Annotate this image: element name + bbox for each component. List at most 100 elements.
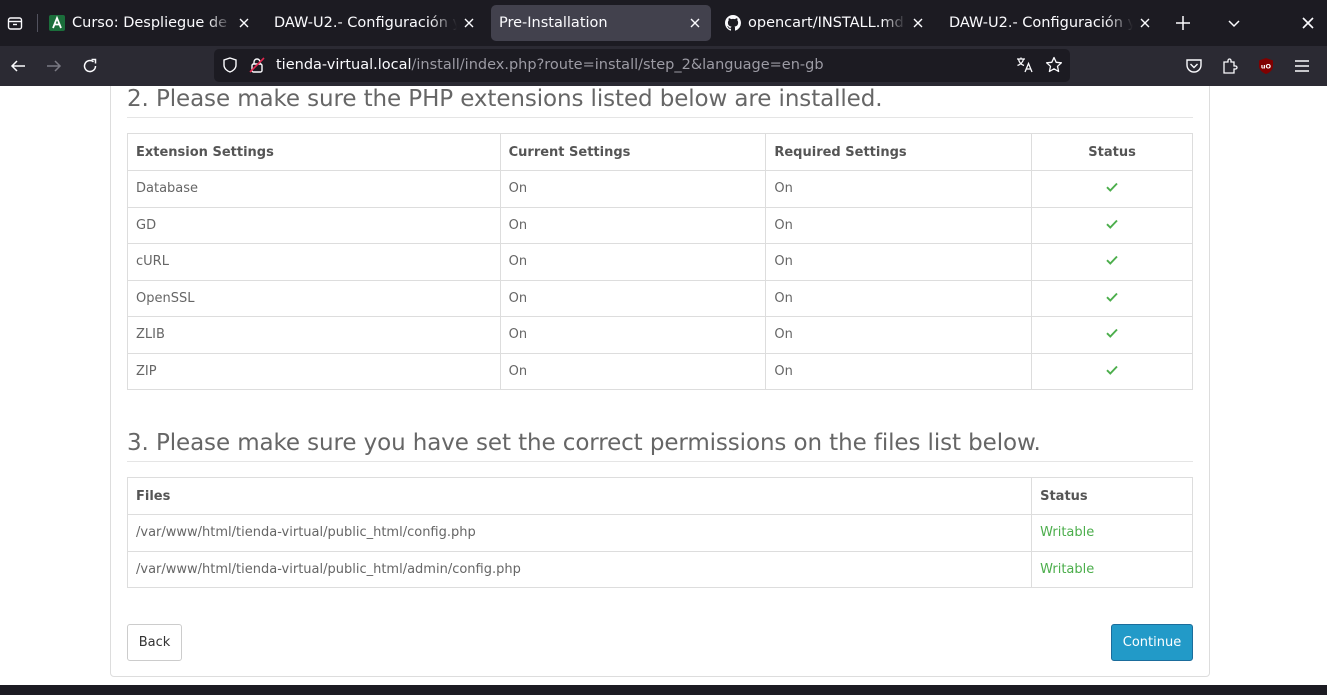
github-icon [725,15,741,31]
chevron-down-icon [1228,20,1240,28]
star-icon [1045,56,1063,73]
table-header-row: Extension Settings Current Settings Requ… [127,133,1193,171]
url-path: /install/index.php?route=install/step_2&… [411,57,824,73]
back-button[interactable]: Back [127,624,182,661]
back-button[interactable] [6,54,30,78]
continue-button[interactable]: Continue [1111,624,1193,661]
url-host: tienda-virtual.local [276,57,412,73]
hamburger-menu-icon [1295,60,1309,72]
current-setting: On [499,170,767,208]
tab-title: DAW-U2.- Configuración y administración … [949,15,1133,31]
required-setting: On [765,316,1033,354]
tab-daw-u2-second[interactable]: DAW-U2.- Configuración y administración … [941,5,1161,41]
close-tab-icon[interactable] [910,15,926,31]
check-icon [1106,329,1118,339]
puzzle-icon [1223,58,1238,74]
close-tab-icon[interactable] [236,15,252,31]
tab-divider [37,14,38,32]
ublock-origin-icon: uO [1259,58,1273,74]
divider [127,117,1193,118]
ublock-origin-button[interactable]: uO [1254,54,1278,78]
column-header: Required Settings [765,133,1033,171]
tab-title: Curso: Despliegue de aplicaciones web [72,15,232,31]
forward-button[interactable] [42,54,66,78]
column-header: Status [1031,133,1193,171]
table-header-row: Files Status [126,477,1193,515]
status-cell [1031,352,1193,390]
required-setting: On [765,352,1033,390]
extensions-button[interactable] [1218,54,1242,78]
tab-daw-u2-first[interactable]: DAW-U2.- Configuración y administración … [266,5,485,41]
table-row: OpenSSL On On [127,279,1193,317]
current-setting: On [499,352,767,390]
close-tab-icon[interactable] [461,15,477,31]
required-setting: On [765,206,1033,244]
file-path: /var/www/html/tienda-virtual/public_html… [126,550,1033,588]
status-cell [1031,279,1193,317]
aula-virtual-favicon-icon [49,15,65,31]
tracking-protection-button[interactable] [219,54,241,76]
extension-name: ZLIB [127,316,501,354]
new-tab-button[interactable] [1172,12,1194,34]
status-cell [1031,170,1193,208]
tab-opencart-install[interactable]: opencart/INSTALL.md at master [717,5,934,41]
translate-icon [1017,57,1033,73]
bookmark-button[interactable] [1043,54,1065,76]
arrow-right-icon [47,60,62,72]
column-header: Current Settings [499,133,767,171]
required-setting: On [765,170,1033,208]
column-header: Files [126,477,1033,515]
table-row: /var/www/html/tienda-virtual/public_html… [126,550,1193,588]
arrow-left-icon [10,60,25,72]
current-setting: On [499,206,767,244]
current-setting: On [499,316,767,354]
address-bar[interactable]: tienda-virtual.local/install/index.php?r… [214,49,1070,82]
status-cell [1031,243,1193,281]
close-tab-icon[interactable] [687,15,703,31]
check-icon [1106,219,1118,229]
close-icon [1302,17,1314,29]
table-row: ZLIB On On [127,316,1193,354]
tab-pre-installation[interactable]: Pre-Installation [491,5,711,41]
page-viewport: 2. Please make sure the PHP extensions l… [0,86,1327,685]
extensions-heading: 2. Please make sure the PHP extensions l… [127,86,883,112]
list-all-tabs-button[interactable] [1223,12,1245,34]
file-path: /var/www/html/tienda-virtual/public_html… [126,514,1033,552]
column-header: Status [1031,477,1193,515]
window-bottom-edge [0,685,1327,695]
svg-text:uO: uO [1261,63,1272,71]
firefox-view-icon [7,17,23,30]
tab-title: Pre-Installation [499,15,608,31]
tab-bar: Curso: Despliegue de aplicaciones web DA… [0,0,1327,46]
check-icon [1106,365,1118,375]
site-security-button[interactable] [246,54,268,76]
current-setting: On [499,279,767,317]
navigation-toolbar: tienda-virtual.local/install/index.php?r… [0,46,1327,86]
column-header: Extension Settings [127,133,501,171]
table-row: ZIP On On [127,352,1193,390]
tab-title: DAW-U2.- Configuración y administración … [274,15,457,31]
translate-button[interactable] [1014,54,1036,76]
close-tab-icon[interactable] [1137,15,1153,31]
url-text[interactable]: tienda-virtual.local/install/index.php?r… [276,57,824,73]
tab-curso[interactable]: Curso: Despliegue de aplicaciones web [41,5,260,41]
extension-name: OpenSSL [127,279,501,317]
tab-title: opencart/INSTALL.md at master [748,15,906,31]
permissions-table: Files Status /var/www/html/tienda-virtua… [126,477,1193,588]
app-menu-button[interactable] [1290,54,1314,78]
table-row: GD On On [127,206,1193,244]
current-setting: On [499,243,767,281]
divider [127,461,1193,462]
table-row: /var/www/html/tienda-virtual/public_html… [126,514,1193,552]
pocket-button[interactable] [1182,54,1206,78]
firefox-view-button[interactable] [2,9,28,37]
check-icon [1106,183,1118,193]
permissions-heading: 3. Please make sure you have set the cor… [127,430,1041,456]
status-cell [1031,316,1193,354]
required-setting: On [765,243,1033,281]
window-close-button[interactable] [1297,12,1319,34]
reload-button[interactable] [78,54,102,78]
plus-icon [1176,16,1190,30]
shield-icon [223,57,237,73]
check-icon [1106,292,1118,302]
